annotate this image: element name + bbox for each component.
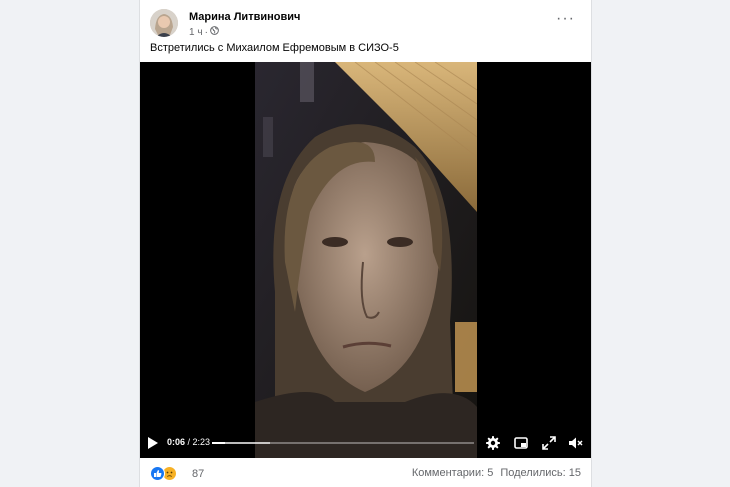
post-text: Встретились с Михаилом Ефремовым в СИЗО-… <box>150 42 399 54</box>
duration: / 2:23 <box>187 437 211 447</box>
mute-icon[interactable] <box>567 435 583 451</box>
reaction-count[interactable]: 87 <box>192 468 204 480</box>
settings-gear-icon[interactable] <box>485 435 501 451</box>
video-player[interactable]: 0:06 / 2:23 <box>140 62 591 458</box>
post-stats: Комментарии: 5 Поделились: 15 <box>412 467 581 479</box>
meta-separator: · <box>204 26 208 38</box>
video-frame <box>255 62 477 458</box>
post-time[interactable]: 1 ч <box>189 27 203 38</box>
author-avatar[interactable] <box>150 9 178 37</box>
video-time: 0:06 / 2:23 <box>167 437 210 447</box>
shares-count[interactable]: Поделились: 15 <box>500 467 581 479</box>
progress-bar[interactable] <box>212 442 474 444</box>
globe-icon <box>210 26 219 38</box>
video-controls: 0:06 / 2:23 <box>140 428 591 458</box>
play-button[interactable] <box>148 437 158 449</box>
current-time: 0:06 <box>167 437 186 447</box>
author-name[interactable]: Марина Литвинович <box>189 11 300 23</box>
post-meta: 1 ч · <box>189 26 219 38</box>
post-card: Марина Литвинович 1 ч · ··· Встретились … <box>139 0 592 487</box>
fullscreen-icon[interactable] <box>541 435 557 451</box>
more-options-icon[interactable]: ··· <box>556 11 575 27</box>
comments-count[interactable]: Комментарии: 5 <box>412 467 494 479</box>
progress-fill <box>212 442 226 444</box>
post-footer: 87 Комментарии: 5 Поделились: 15 <box>140 458 591 487</box>
picture-in-picture-icon[interactable] <box>513 435 529 451</box>
like-icon <box>150 466 165 481</box>
reactions-summary[interactable]: 87 <box>150 466 204 481</box>
post-header: Марина Литвинович 1 ч · ··· <box>150 9 581 39</box>
